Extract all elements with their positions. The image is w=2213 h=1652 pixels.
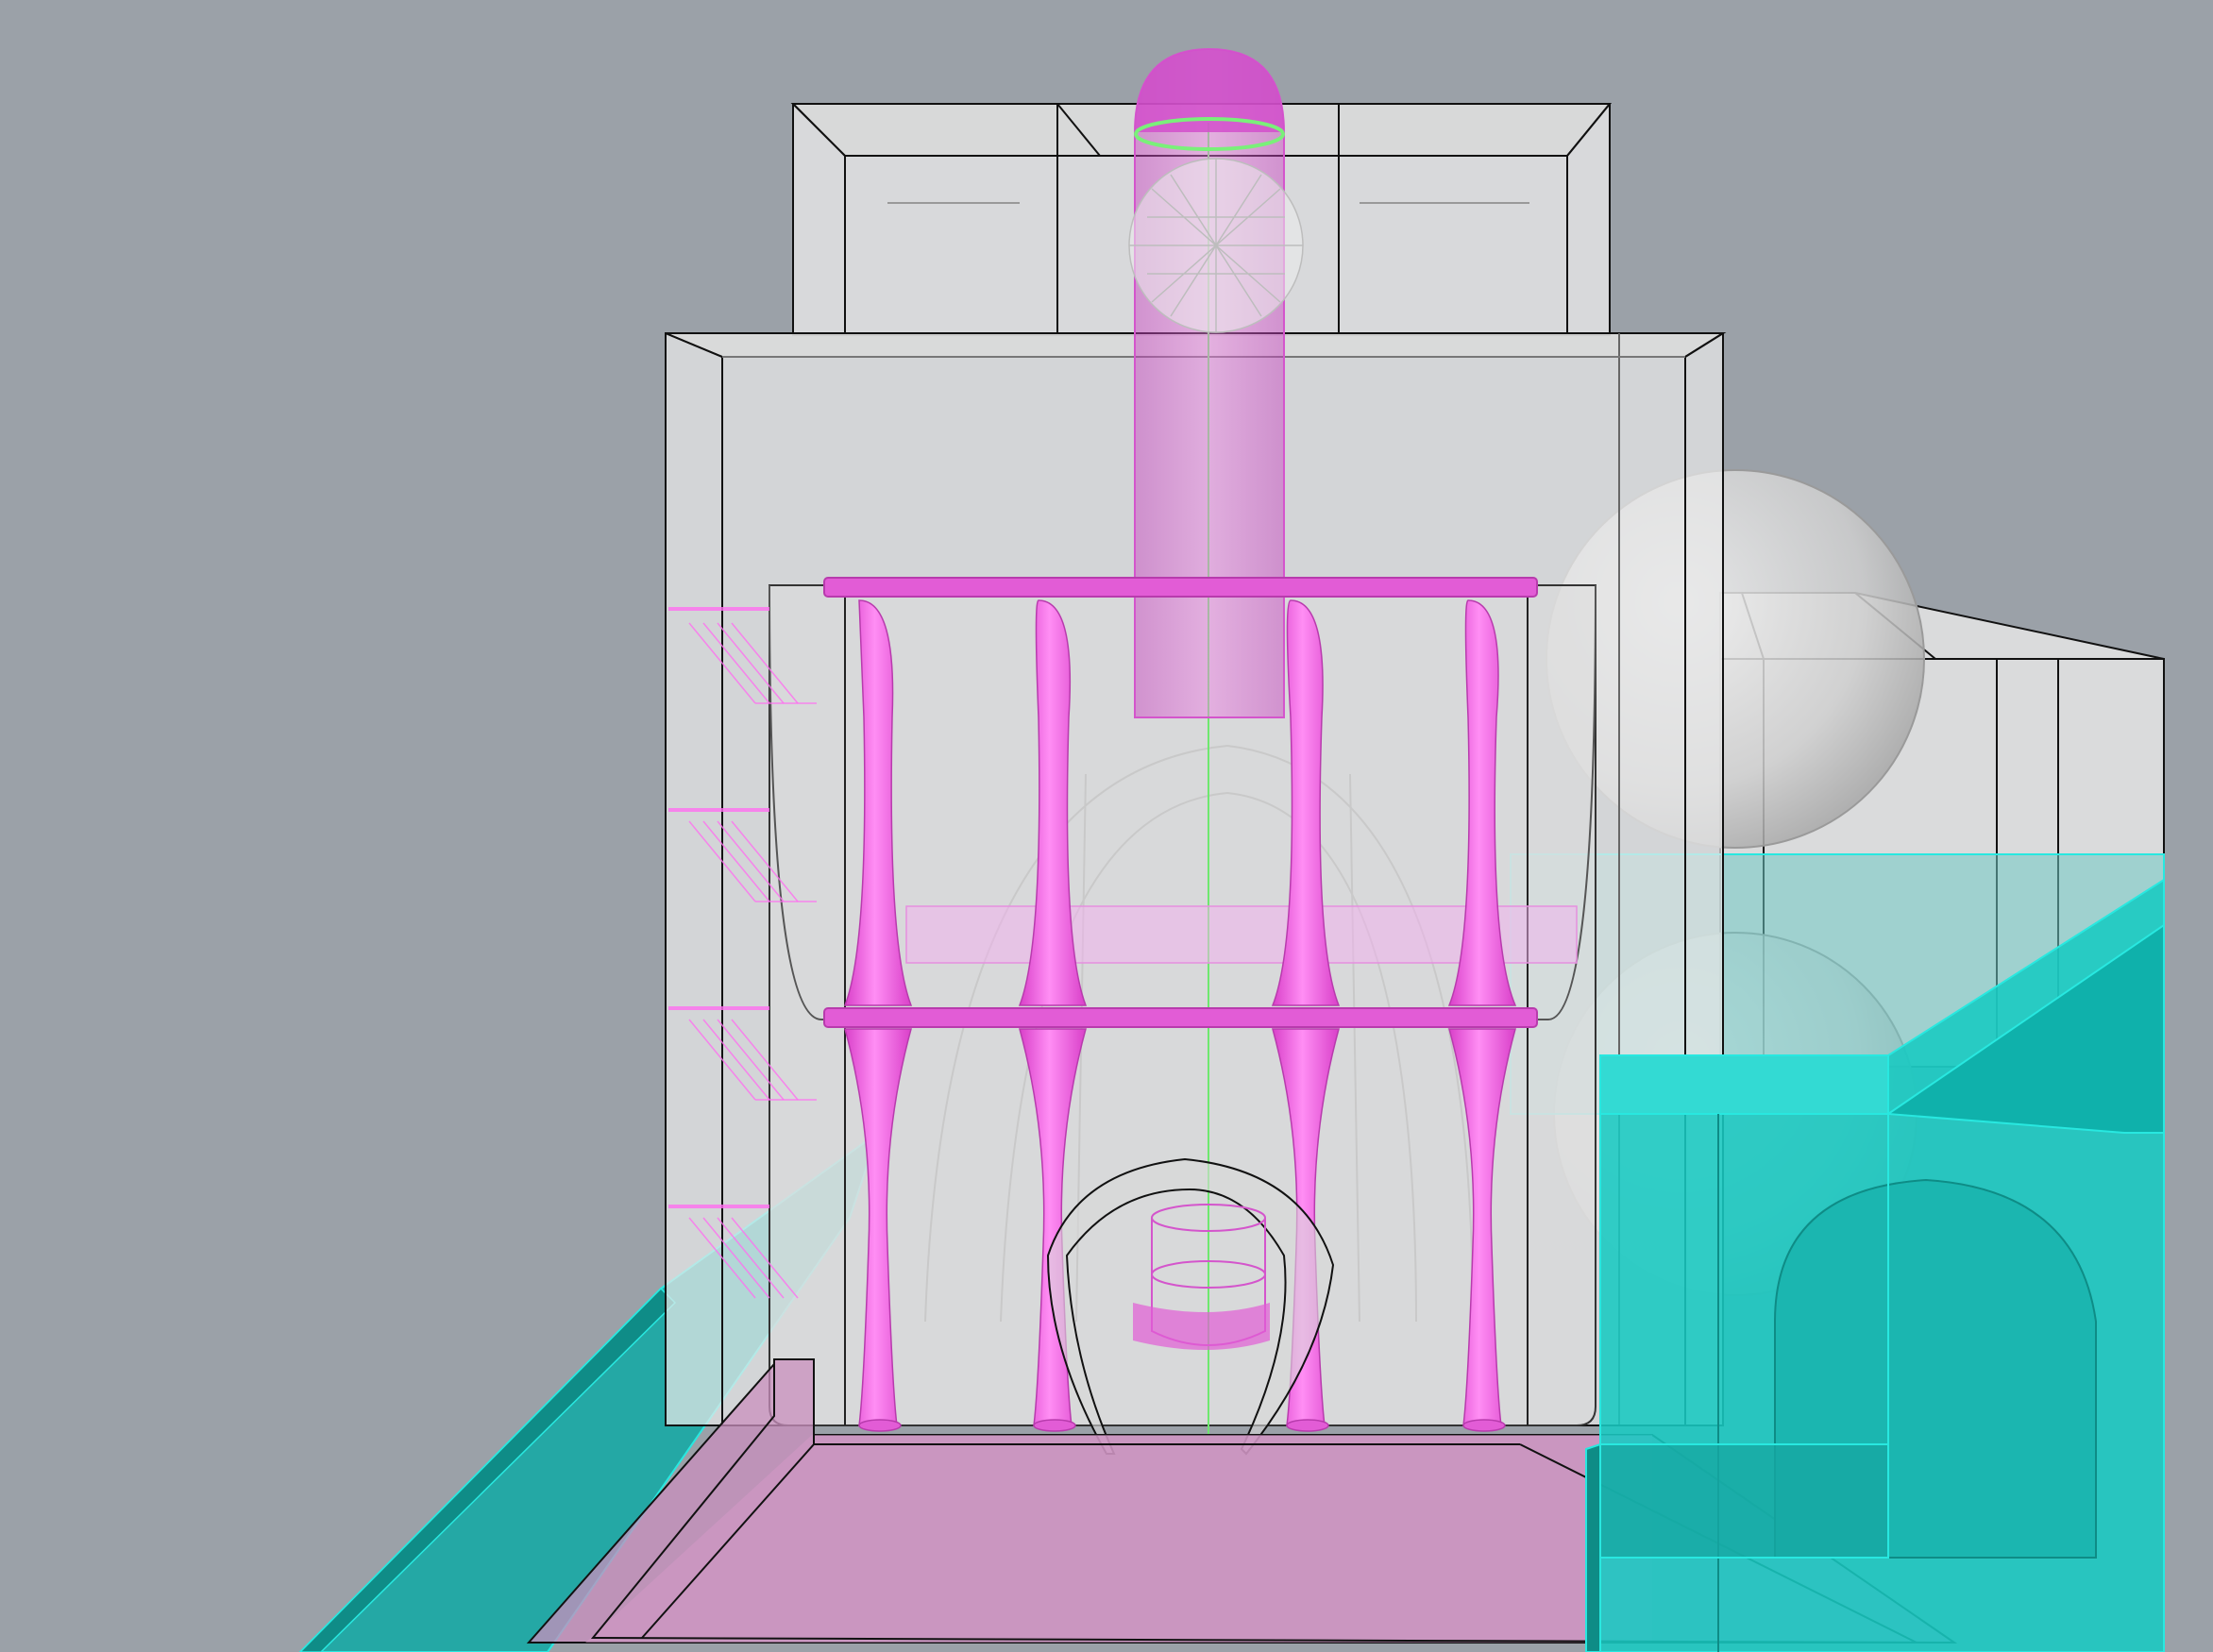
viewport-canvas[interactable] bbox=[0, 0, 2213, 1652]
rhino-viewport[interactable] bbox=[0, 0, 2213, 1652]
geodesic-sphere[interactable] bbox=[1128, 158, 1304, 333]
capsule-top[interactable] bbox=[1134, 47, 1285, 718]
